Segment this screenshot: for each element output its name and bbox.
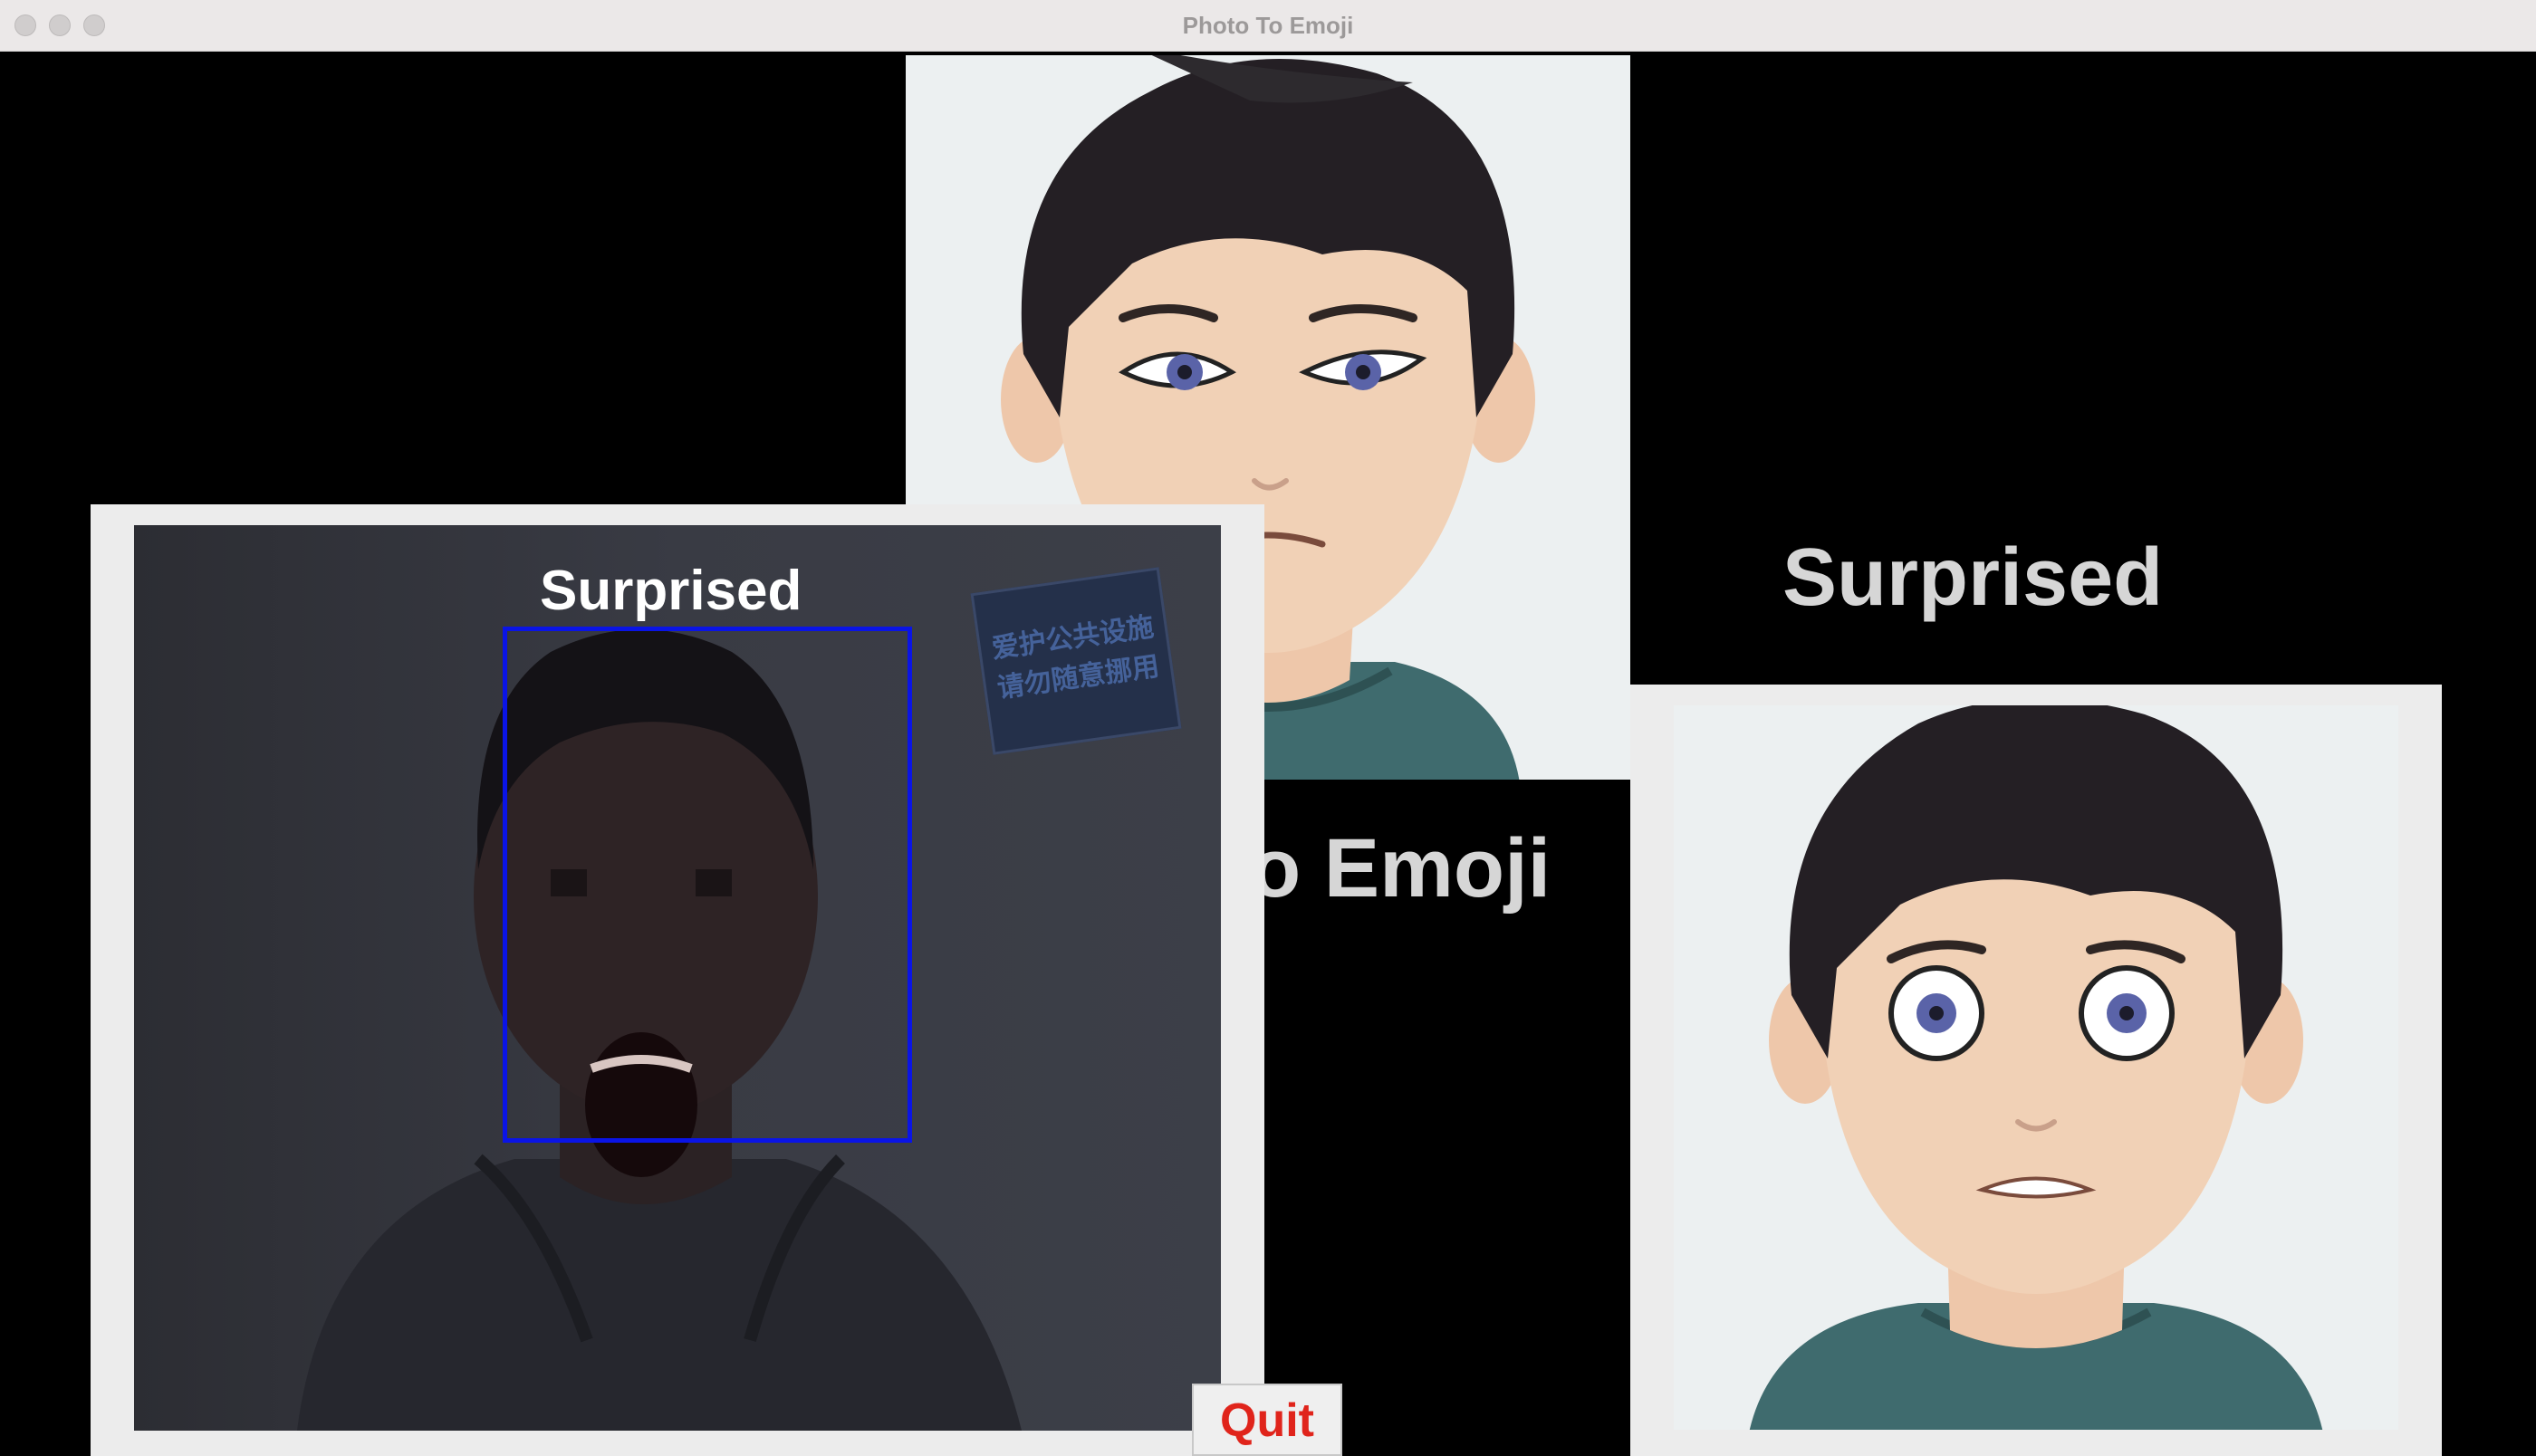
emoji-image-frame (1674, 705, 2398, 1430)
emotion-result-text: Surprised (1782, 532, 2164, 623)
surprised-avatar-image (1749, 705, 2323, 1430)
emoji-panel-result (1630, 685, 2442, 1456)
webcam-feed: 爱护公共设施 请勿随意挪用 Surprised (134, 525, 1221, 1431)
face-detection-box (503, 627, 912, 1143)
detected-emotion-label: Surprised (540, 560, 802, 622)
webcam-panel: 爱护公共设施 请勿随意挪用 Surprised (91, 504, 1264, 1456)
quit-button[interactable]: Quit (1192, 1384, 1342, 1456)
app-canvas: o Emoji Surprised 爱护公共设施 请勿随意挪用 Surprise… (0, 52, 2536, 1456)
window-titlebar: Photo To Emoji (0, 0, 2536, 52)
app-title-text: o Emoji (1250, 822, 1551, 915)
wall-sign: 爱护公共设施 请勿随意挪用 (970, 567, 1182, 755)
window-title: Photo To Emoji (1182, 12, 1354, 39)
